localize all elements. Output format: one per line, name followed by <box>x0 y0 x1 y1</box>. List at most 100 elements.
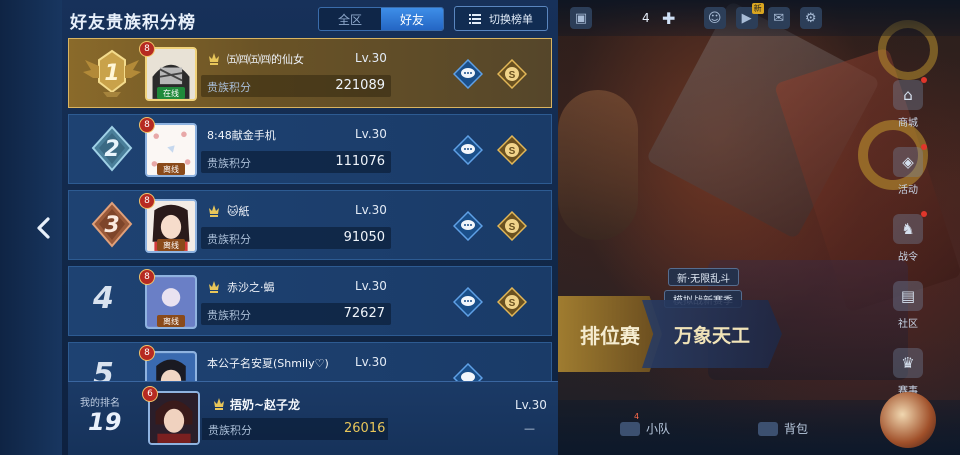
team-label: 小队 <box>646 422 671 436</box>
gift-coin-icon[interactable]: S <box>497 211 527 241</box>
tab-all-server[interactable]: 全区 <box>319 8 381 30</box>
score-label: 贵族积分 <box>207 233 251 246</box>
team-icon <box>620 421 640 436</box>
score-value: 91050 <box>343 230 385 245</box>
rank-number: 3 <box>104 212 120 238</box>
player-level: Lv.30 <box>355 279 387 293</box>
player-name: 赤沙之·蝎 <box>227 281 275 294</box>
my-rank-label: 我的排名 <box>80 398 120 409</box>
player-level: Lv.30 <box>355 203 387 217</box>
score-value: 221089 <box>335 78 385 93</box>
bag-button[interactable]: 背包 <box>758 420 808 437</box>
ranking-row[interactable]: 4 8 离线 赤沙之·蝎 Lv.30 贵族积分 72627 S <box>68 266 552 336</box>
ranking-row[interactable]: 2 8 离线 8:48献金手机 Lv.30 贵族积分 111076 S <box>68 114 552 184</box>
rank-number: 2 <box>104 136 120 162</box>
svg-text:S: S <box>509 298 516 309</box>
my-score-label: 贵族积分 <box>208 424 252 437</box>
level-tag: 8 <box>139 193 155 209</box>
level-tag: 6 <box>142 386 158 402</box>
right-nav: ⌂ 商城 ◈ 活动 ♞ 战令 ▤ 社区 ♛ 赛事 <box>884 77 932 406</box>
ranking-row[interactable]: 5 8 本公子名安夏(Shmily♡) Lv.30 <box>68 342 552 381</box>
nav-shop-label: 商城 <box>898 118 918 129</box>
bag-label: 背包 <box>784 422 809 436</box>
scope-tabs: 全区 好友 <box>318 7 444 31</box>
notify-dot <box>921 77 927 83</box>
trophy-icon: ♛ <box>893 348 923 378</box>
video-icon[interactable]: ▶ 新 <box>735 3 764 29</box>
avatar-image <box>147 353 195 381</box>
nav-event-label: 活动 <box>898 185 918 196</box>
svg-text:S: S <box>509 146 516 157</box>
my-player-name: 捂奶~赵子龙 <box>230 398 301 412</box>
player-name: 🐱紙 <box>227 205 250 218</box>
team-badge: 4 <box>634 412 640 421</box>
settings-gear-icon[interactable]: ⚙ <box>799 7 822 29</box>
noble-crown-icon <box>209 205 219 217</box>
nav-pass-label: 战令 <box>898 252 918 263</box>
my-rank-number: 19 <box>88 408 122 436</box>
ranking-row[interactable]: 1 8 在线 ㈤㈣㈤㈣的仙女 Lv.30 贵族积分 221089 S <box>68 38 552 108</box>
resource-count: 4 <box>642 11 650 25</box>
top-resource-bar: ▣ 4 ✚ ☺ ▶ 新 ✉ ⚙ <box>558 0 960 36</box>
nav-shop[interactable]: ⌂ 商城 <box>884 77 932 138</box>
noble-crown-icon <box>209 53 219 65</box>
avatar-image <box>150 393 198 443</box>
bottom-right-bar: 小队 4 背包 <box>558 392 960 455</box>
score-label: 贵族积分 <box>207 81 251 94</box>
mail-icon[interactable]: ✉ <box>767 7 790 29</box>
event-mode-button[interactable]: 万象天工 <box>642 300 782 368</box>
chat-bubble-icon[interactable] <box>453 363 483 381</box>
level-tag: 8 <box>139 117 155 133</box>
nav-pass[interactable]: ♞ 战令 <box>884 211 932 272</box>
pass-icon: ♞ <box>893 211 927 244</box>
svg-text:S: S <box>509 70 516 81</box>
gift-coin-icon[interactable]: S <box>497 287 527 317</box>
level-tag: 8 <box>139 345 155 361</box>
player-level: Lv.30 <box>355 355 387 369</box>
shop-icon: ⌂ <box>893 77 927 110</box>
rank-1-badge: 1 <box>83 48 141 98</box>
my-rank-bar: 我的排名 19 6 捂奶~赵子龙 Lv.30 贵族积分 26016 — <box>68 381 558 455</box>
hero-portrait[interactable] <box>880 392 936 448</box>
gift-coin-icon[interactable]: S <box>497 59 527 89</box>
notify-dot <box>921 144 927 150</box>
ranking-list[interactable]: 1 8 在线 ㈤㈣㈤㈣的仙女 Lv.30 贵族积分 221089 S 2 8 离… <box>68 38 554 381</box>
switch-board-button[interactable]: 切换榜单 <box>454 6 548 31</box>
chat-bubble-icon[interactable] <box>453 135 483 165</box>
friends-icon[interactable]: ☺ <box>703 7 726 29</box>
event-icon: ◈ <box>893 144 927 177</box>
nav-community-label: 社区 <box>898 319 918 330</box>
player-level: Lv.30 <box>355 51 387 65</box>
mode-tag-brawl[interactable]: 新·无限乱斗 <box>668 268 740 286</box>
bag-icon <box>758 421 778 436</box>
svg-text:S: S <box>509 222 516 233</box>
nav-event[interactable]: ◈ 活动 <box>884 144 932 205</box>
score-value: 72627 <box>343 306 385 321</box>
rank-2-badge: 2 <box>83 124 141 174</box>
chat-bubble-icon[interactable] <box>453 59 483 89</box>
tab-friends[interactable]: 好友 <box>381 8 443 30</box>
chat-bubble-icon[interactable] <box>453 287 483 317</box>
ranking-row[interactable]: 3 8 离线 🐱紙 Lv.30 贵族积分 91050 S <box>68 190 552 260</box>
level-tag: 8 <box>139 269 155 285</box>
team-button[interactable]: 小队 4 <box>620 412 671 437</box>
bg-hero-figure <box>558 90 638 240</box>
notify-dot <box>921 211 927 217</box>
player-name: ㈤㈣㈤㈣的仙女 <box>227 53 304 66</box>
chat-bubble-icon[interactable] <box>453 211 483 241</box>
noble-crown-icon <box>209 281 219 293</box>
rank-number: 5 <box>93 357 114 381</box>
ranked-mode-label: 排位赛 <box>580 323 640 348</box>
nav-community[interactable]: ▤ 社区 <box>884 281 932 339</box>
player-name: 8:48献金手机 <box>207 129 276 142</box>
my-extra: — <box>524 422 535 435</box>
my-score-value: 26016 <box>344 421 386 436</box>
add-resource-button[interactable]: ✚ <box>660 9 678 28</box>
back-button[interactable] <box>32 214 56 242</box>
rank-3-badge: 3 <box>83 200 141 250</box>
coupon-icon[interactable]: ▣ <box>570 7 592 29</box>
gift-coin-icon[interactable]: S <box>497 135 527 165</box>
level-tag: 8 <box>139 41 155 57</box>
score-label: 贵族积分 <box>207 157 251 170</box>
community-icon: ▤ <box>893 281 923 311</box>
